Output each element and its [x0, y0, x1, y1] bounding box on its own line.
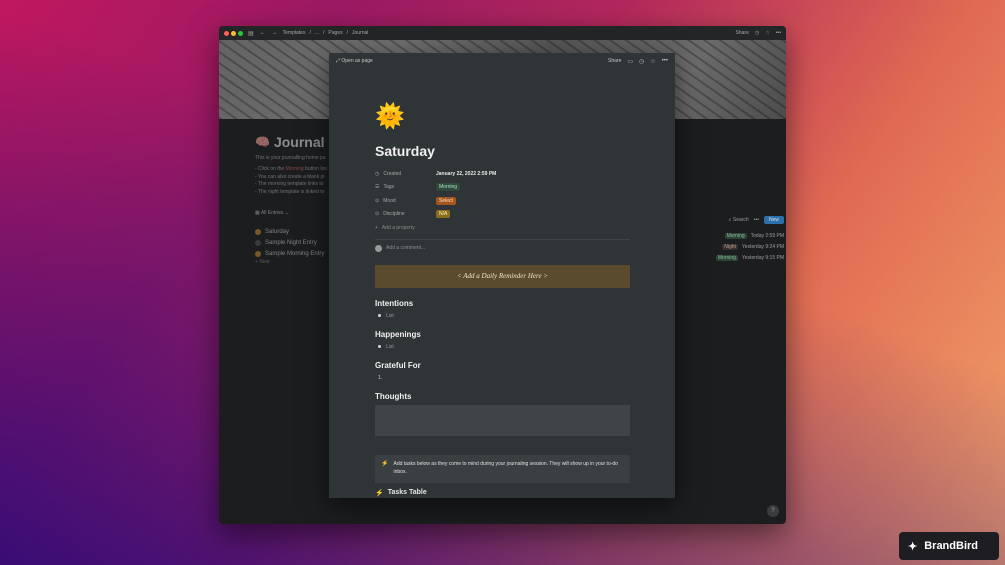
list-icon: ☰ — [375, 184, 380, 191]
favorite-star-icon[interactable]: ☆ — [650, 58, 655, 65]
sun-icon — [255, 250, 261, 257]
sun-icon — [255, 228, 261, 235]
numbered-list-item[interactable]: 1. — [375, 375, 630, 381]
modal-share-button[interactable]: Share — [608, 58, 621, 64]
list-item[interactable]: List — [375, 344, 630, 350]
brandbird-logo-icon: ✦ — [908, 540, 918, 553]
happenings-section: Happenings List — [375, 330, 630, 350]
lightning-icon: ⚡ — [375, 489, 384, 497]
page-peek-modal: ⤢ Open as page Share ▭ ◷ ☆ ••• 🌞 Saturda… — [329, 53, 675, 498]
database-toolbar: ⌕ Search ••• New — [659, 216, 784, 224]
table-row[interactable]: Morning Today 2:59 PM — [659, 230, 784, 241]
sidebar-toggle-icon[interactable]: ▤ — [248, 30, 254, 37]
list-item[interactable]: List — [375, 313, 630, 319]
comment-input[interactable]: Add a comment... — [375, 244, 630, 252]
created-value: January 22, 2022 2:59 PM — [436, 170, 497, 177]
background-database-columns: ⌕ Search ••• New Morning Today 2:59 PM Ni… — [659, 216, 784, 263]
property-mood[interactable]: ⊙ Mood Select — [375, 194, 630, 208]
select-icon: ⊙ — [375, 211, 380, 218]
tasks-callout[interactable]: ⚡ Add tasks below as they come to mind d… — [375, 454, 630, 483]
breadcrumb-pages[interactable]: Pages — [328, 30, 342, 36]
sun-face-icon[interactable]: 🌞 — [375, 103, 630, 131]
more-options-icon[interactable]: ••• — [776, 30, 781, 36]
lightning-icon: ⚡ — [381, 460, 389, 467]
tag-morning-pill[interactable]: Morning — [436, 183, 461, 192]
help-button[interactable]: ? — [767, 505, 779, 517]
intentions-heading[interactable]: Intentions — [375, 299, 630, 308]
titlebar: ▤ ← → Templates / ... / Pages / Journal … — [219, 26, 786, 40]
comment-icon[interactable]: ▭ — [627, 58, 633, 65]
breadcrumb-templates[interactable]: Templates — [283, 30, 306, 36]
favorite-star-icon[interactable]: ☆ — [765, 30, 769, 36]
properties-list: ◷ Created January 22, 2022 2:59 PM ☰ Tags … — [375, 167, 630, 235]
breadcrumb-journal[interactable]: Journal — [352, 30, 368, 36]
discipline-na-pill[interactable]: N/A — [436, 210, 451, 219]
page-content: 🌞 Saturday ◷ Created January 22, 2022 2:5… — [375, 103, 630, 497]
mood-select-pill[interactable]: Select — [436, 196, 456, 205]
open-as-page-button[interactable]: ⤢ Open as page — [336, 58, 373, 64]
add-property-button[interactable]: + Add a property — [375, 221, 630, 235]
forward-arrow-icon[interactable]: → — [272, 30, 278, 36]
maximize-window-button[interactable] — [238, 30, 243, 36]
select-icon: ⊙ — [375, 197, 380, 204]
intentions-section: Intentions List — [375, 299, 630, 319]
brain-icon: 🧠 — [255, 135, 270, 149]
brandbird-watermark: ✦ BrandBird — [899, 532, 999, 560]
breadcrumb-ellipsis[interactable]: ... — [315, 30, 319, 36]
moon-icon — [255, 239, 261, 246]
tasks-table-heading[interactable]: ⚡ Tasks Table — [375, 489, 630, 497]
close-window-button[interactable] — [224, 30, 229, 36]
page-title[interactable]: Saturday — [375, 143, 630, 159]
titlebar-actions: Share ◷ ☆ ••• — [736, 30, 781, 36]
more-options-icon[interactable]: ••• — [662, 58, 668, 64]
table-row[interactable]: Morning Yesterday 9:15 PM — [659, 252, 784, 263]
property-tags[interactable]: ☰ Tags Morning — [375, 181, 630, 195]
share-button[interactable]: Share — [736, 30, 749, 36]
grateful-heading[interactable]: Grateful For — [375, 361, 630, 370]
bullet-icon — [378, 314, 381, 317]
history-icon[interactable]: ◷ — [639, 58, 644, 65]
plus-icon: + — [375, 224, 378, 231]
happenings-heading[interactable]: Happenings — [375, 330, 630, 339]
thoughts-text-block[interactable] — [375, 404, 630, 436]
bullet-icon — [378, 345, 381, 348]
daily-reminder-banner[interactable]: < Add a Daily Reminder Here > — [375, 264, 630, 288]
history-icon[interactable]: ◷ — [755, 30, 759, 36]
thoughts-section: Thoughts — [375, 392, 630, 436]
divider — [375, 238, 630, 240]
grateful-section: Grateful For 1. — [375, 361, 630, 381]
search-icon[interactable]: ⌕ Search — [729, 217, 749, 223]
minimize-window-button[interactable] — [231, 30, 236, 36]
property-created: ◷ Created January 22, 2022 2:59 PM — [375, 170, 497, 177]
avatar — [375, 244, 382, 252]
modal-header: ⤢ Open as page Share ▭ ◷ ☆ ••• — [329, 53, 675, 69]
back-arrow-icon[interactable]: ← — [260, 30, 266, 36]
table-row[interactable]: Night Yesterday 9:24 PM — [659, 241, 784, 252]
property-discipline[interactable]: ⊙ Discipline N/A — [375, 208, 630, 222]
more-icon[interactable]: ••• — [754, 217, 759, 223]
clock-icon: ◷ — [375, 170, 380, 177]
thoughts-heading[interactable]: Thoughts — [375, 392, 630, 401]
new-button[interactable]: New — [763, 216, 784, 224]
